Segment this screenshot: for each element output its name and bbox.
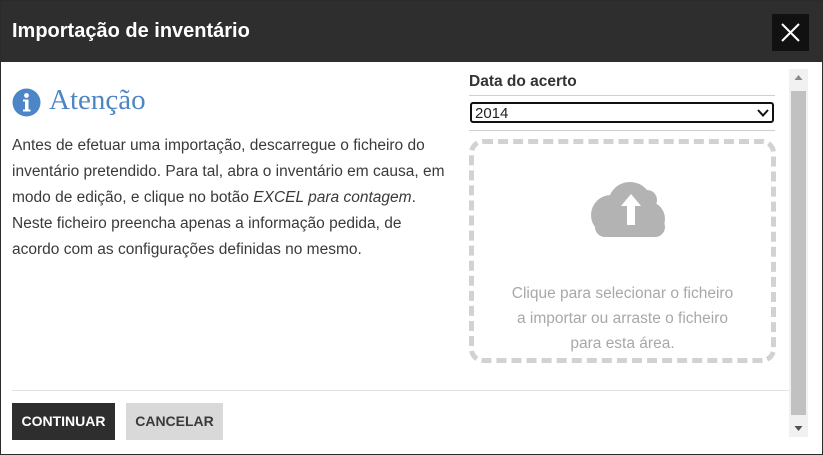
cloud-upload-icon	[591, 182, 665, 237]
scrollbar-thumb[interactable]	[791, 91, 806, 415]
year-select-value: 2014	[475, 105, 509, 122]
import-dialog: Importação de inventário Atenção Antes d…	[0, 0, 823, 455]
dialog-body: Atenção Antes de efetuar uma importação,…	[1, 62, 822, 454]
drop-zone-text-line: Clique para selecionar o ficheiro	[511, 285, 734, 302]
vertical-scrollbar[interactable]	[789, 69, 808, 437]
dialog-header: Importação de inventário	[1, 1, 822, 62]
scroll-up-button[interactable]	[789, 69, 808, 87]
scroll-down-arrow-icon	[794, 426, 803, 431]
continue-button[interactable]: CONTINUAR	[12, 403, 115, 440]
close-button[interactable]	[772, 14, 809, 51]
file-drop-zone[interactable]: Clique para selecionar o ficheiro a impo…	[469, 139, 776, 363]
attention-description: Antes de efetuar uma importação, descarr…	[12, 133, 452, 263]
close-x-icon	[781, 23, 800, 42]
cancel-button[interactable]: CANCELAR	[126, 403, 223, 440]
excel-button-reference: EXCEL para contagem	[253, 189, 412, 206]
drop-zone-text-line: a importar ou arraste o ficheiro	[516, 310, 729, 327]
scroll-up-arrow-icon	[794, 75, 803, 80]
drop-zone-text-line: para esta área.	[570, 335, 675, 352]
scroll-down-button[interactable]	[789, 419, 808, 437]
chevron-down-icon	[757, 109, 769, 117]
attention-heading: Atenção	[49, 84, 146, 116]
info-circle-icon	[12, 88, 41, 117]
drop-zone-text: Clique para selecionar o ficheiro a impo…	[474, 281, 771, 356]
footer-divider	[12, 390, 789, 391]
dialog-title: Importação de inventário	[12, 20, 250, 42]
year-select[interactable]: 2014	[470, 102, 774, 123]
divider	[469, 95, 775, 96]
date-label: Data do acerto	[469, 73, 577, 90]
divider	[469, 130, 775, 131]
